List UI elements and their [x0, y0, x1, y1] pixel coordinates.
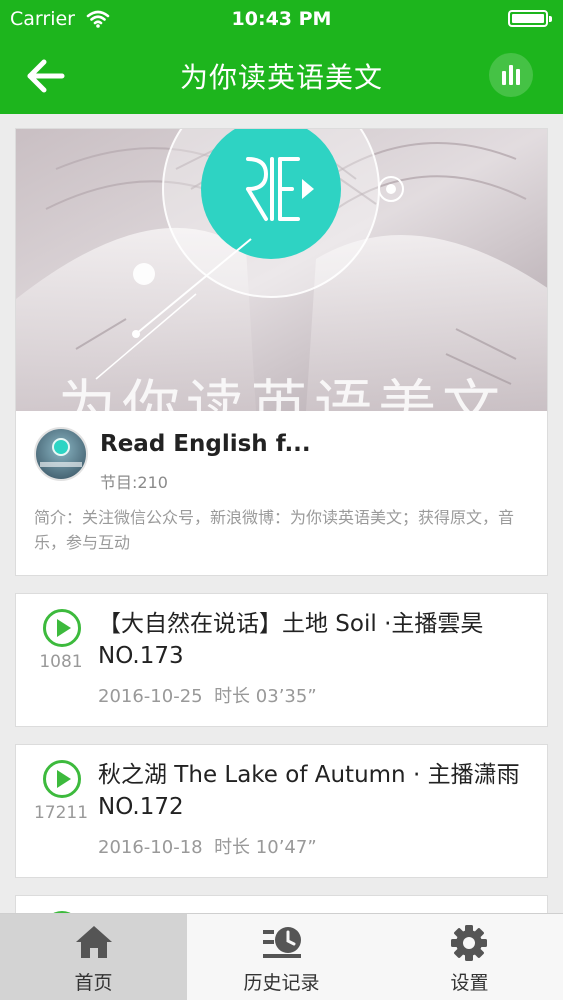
- album-cover-image: 为你读英语美文: [16, 129, 547, 411]
- episode-title: 【大自然在说话】土地 Soil ·主播雲昊 NO.173: [98, 611, 484, 669]
- album-title: Read English f...: [100, 431, 311, 457]
- play-circle-icon: [43, 760, 81, 798]
- history-icon: [263, 927, 301, 958]
- battery-icon: [508, 10, 552, 27]
- tab-label: 首页: [74, 972, 113, 994]
- album-avatar: [34, 427, 88, 481]
- tab-home[interactable]: 首页: [0, 914, 187, 1000]
- episode-list-item[interactable]: 17211 秋之湖 The Lake of Autumn · 主播潇雨 NO.1…: [15, 744, 548, 878]
- episode-duration: 时长 10’47”: [214, 837, 317, 858]
- tab-bar: 首页 历史记录 设置: [0, 913, 563, 1000]
- play-circle-icon: [43, 609, 81, 647]
- episode-date: 2016-10-18: [98, 837, 203, 858]
- tab-settings[interactable]: 设置: [376, 914, 563, 1000]
- clock: 10:43 PM: [231, 8, 332, 30]
- tab-history[interactable]: 历史记录: [187, 914, 376, 1000]
- tab-label: 历史记录: [243, 972, 320, 994]
- gear-icon: [451, 925, 487, 961]
- cover-overlay-title: 为你读英语美文: [58, 373, 506, 411]
- home-icon: [76, 926, 112, 958]
- nav-bar: 为你读英语美文: [0, 38, 563, 114]
- episode-date: 2016-10-25: [98, 686, 203, 707]
- play-count: 17211: [33, 803, 89, 823]
- album-info: Read English f... 节目:210 简介：关注微信公众号，新浪微博…: [16, 411, 547, 575]
- album-card: 为你读英语美文 Read English f... 节目:210 简介：关注微信…: [15, 128, 548, 576]
- episode-meta: 2016-10-25 时长 03’35”: [98, 682, 317, 708]
- page-title: 为你读英语美文: [179, 61, 383, 94]
- status-bar: Carrier 10:43 PM: [0, 0, 563, 38]
- episode-duration: 时长 03’35”: [214, 686, 317, 707]
- episode-list-item[interactable]: 1081 【大自然在说话】土地 Soil ·主播雲昊 NO.173 2016-1…: [15, 593, 548, 727]
- play-button[interactable]: [42, 608, 82, 648]
- tab-label: 设置: [450, 972, 489, 994]
- play-count: 1081: [39, 652, 83, 672]
- episode-title: 秋之湖 The Lake of Autumn · 主播潇雨 NO.172: [98, 762, 520, 820]
- play-button[interactable]: [42, 759, 82, 799]
- now-playing-button[interactable]: [489, 53, 533, 97]
- episode-meta: 2016-10-18 时长 10’47”: [98, 833, 317, 859]
- header: Carrier 10:43 PM 为你读英语美文: [0, 0, 563, 114]
- episode-count: 节目:210: [100, 473, 168, 492]
- album-intro: 简介：关注微信公众号，新浪微博：为你读英语美文；获得原文，音乐，参与互动: [34, 508, 515, 552]
